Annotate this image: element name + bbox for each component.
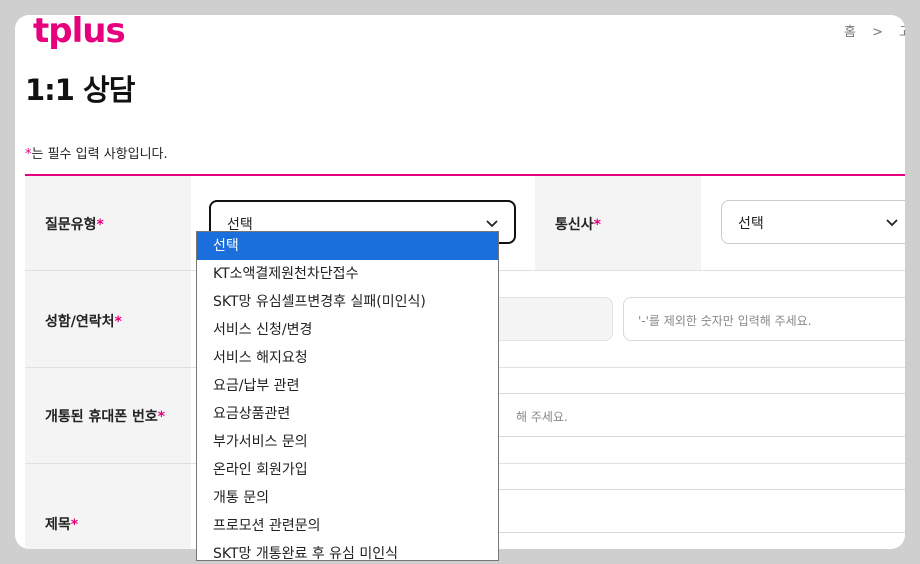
phone-input[interactable]: '-'를 제외한 숫자만 입력해 주세요.	[623, 297, 905, 341]
name-contact-label: 성함/연락처*	[45, 314, 122, 330]
dropdown-option[interactable]: 요금상품관련	[197, 400, 498, 428]
dropdown-option[interactable]: SKT망 개통완료 후 유심 미인식	[197, 540, 498, 560]
label-cell: 개통된 휴대폰 번호*	[25, 368, 191, 463]
dropdown-option[interactable]: 요금/납부 관련	[197, 372, 498, 400]
phone-placeholder: '-'를 제외한 숫자만 입력해 주세요.	[638, 314, 812, 328]
label-cell-carrier: 통신사*	[535, 176, 701, 270]
label-cell: 성함/연락처*	[25, 271, 191, 367]
breadcrumb: 홈 > 고객	[844, 21, 905, 40]
dropdown-option[interactable]: 온라인 회원가입	[197, 456, 498, 484]
activated-phone-label: 개통된 휴대폰 번호*	[45, 409, 166, 425]
dropdown-option[interactable]: 서비스 신청/변경	[197, 316, 498, 344]
required-notice-text: 는 필수 입력 사항입니다.	[31, 147, 168, 162]
activated-phone-hint: 해 주세요.	[516, 410, 568, 424]
required-notice: *는 필수 입력 사항입니다.	[25, 143, 168, 162]
dropdown-option[interactable]: 선택	[197, 232, 498, 260]
label-cell: 질문유형*	[25, 176, 191, 270]
dropdown-option[interactable]: 프로모션 관련문의	[197, 512, 498, 540]
dropdown-option[interactable]: SKT망 유심셀프변경후 실패(미인식)	[197, 288, 498, 316]
chevron-right-icon: >	[872, 25, 884, 40]
brand-logo[interactable]: tplus	[33, 15, 126, 51]
chevron-down-icon	[486, 220, 498, 228]
label-cell: 제목*	[25, 464, 191, 549]
question-type-label: 질문유형*	[45, 217, 104, 233]
carrier-select[interactable]: 선택	[721, 200, 905, 244]
dropdown-option[interactable]: 부가서비스 문의	[197, 428, 498, 456]
breadcrumb-home[interactable]: 홈	[844, 25, 856, 40]
dropdown-option[interactable]: 서비스 해지요청	[197, 344, 498, 372]
chevron-down-icon	[886, 219, 898, 227]
carrier-value: 선택	[738, 216, 764, 232]
page-title: 1:1 상담	[25, 73, 135, 107]
dropdown-option[interactable]: 개통 문의	[197, 484, 498, 512]
dropdown-option[interactable]: KT소액결제원천차단접수	[197, 260, 498, 288]
breadcrumb-current[interactable]: 고객	[899, 25, 905, 40]
subject-label: 제목*	[45, 517, 79, 533]
carrier-label: 통신사*	[555, 217, 601, 233]
question-type-dropdown[interactable]: 선택 KT소액결제원천차단접수 SKT망 유심셀프변경후 실패(미인식) 서비스…	[196, 231, 499, 561]
